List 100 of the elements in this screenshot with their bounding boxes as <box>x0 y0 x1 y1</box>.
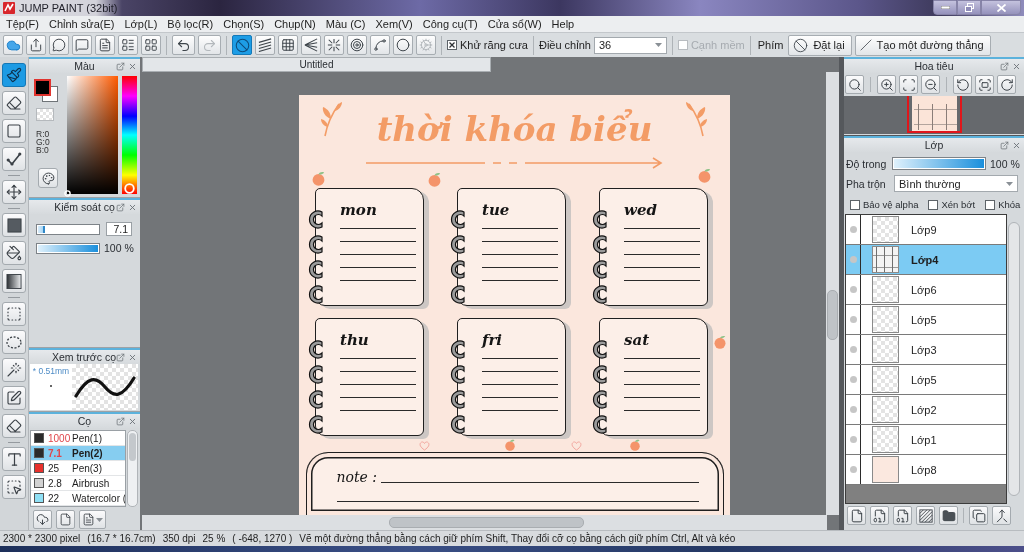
brush-size-slider[interactable] <box>36 223 100 235</box>
visibility-dot-icon[interactable] <box>849 376 857 383</box>
download-button[interactable] <box>33 510 52 529</box>
layer-row[interactable]: Lớp2 <box>846 395 1006 425</box>
menu-item[interactable]: Bộ lọc(R) <box>162 16 219 32</box>
menu-item[interactable]: Lớp(L) <box>119 16 163 32</box>
scrollbar-thumb[interactable] <box>129 433 136 461</box>
document-tab[interactable]: Untitled <box>142 57 491 72</box>
toolbar-button[interactable] <box>141 35 161 55</box>
tool-button[interactable] <box>2 213 26 237</box>
menu-item[interactable]: Xem(V) <box>370 16 418 32</box>
brush-size-input[interactable]: 7.1 <box>106 222 132 236</box>
layer-button[interactable] <box>893 506 912 525</box>
close-button[interactable] <box>981 0 1021 15</box>
tool-button[interactable] <box>2 147 26 171</box>
checkbox[interactable] <box>985 199 996 210</box>
navigator-button[interactable] <box>845 75 864 94</box>
hue-slider[interactable] <box>122 76 137 194</box>
tool-button[interactable] <box>2 414 26 438</box>
reset-button[interactable]: Đặt lại <box>788 34 852 56</box>
tool-button[interactable] <box>2 475 26 499</box>
layer-button[interactable] <box>870 506 889 525</box>
layer-button[interactable] <box>916 506 935 525</box>
popout-icon[interactable] <box>1000 140 1009 150</box>
tool-button[interactable] <box>2 330 26 354</box>
adjust-dropdown[interactable]: 36 <box>593 36 667 54</box>
snap-button[interactable] <box>301 35 321 55</box>
popout-icon[interactable] <box>116 61 125 71</box>
restore-button[interactable] <box>957 0 981 15</box>
new-brush-button[interactable] <box>56 510 75 529</box>
color-picker-square[interactable] <box>67 76 118 194</box>
popout-icon[interactable] <box>116 352 125 362</box>
menu-item[interactable]: Cửa sổ(W) <box>482 16 547 32</box>
color-swatches-icon[interactable] <box>34 79 59 103</box>
layer-row[interactable]: Lớp6 <box>846 275 1006 305</box>
tool-button[interactable] <box>2 63 26 87</box>
toolbar-button[interactable] <box>26 35 46 55</box>
close-icon[interactable] <box>128 202 137 212</box>
checkbox[interactable] <box>850 199 860 210</box>
toolbar-button[interactable] <box>118 35 138 55</box>
snap-button[interactable] <box>370 35 390 55</box>
snap-button[interactable] <box>393 35 413 55</box>
popout-icon[interactable] <box>116 202 125 212</box>
vertical-scrollbar[interactable] <box>826 72 839 515</box>
layer-row[interactable]: Lớp8 <box>846 455 1006 485</box>
navigator-button[interactable] <box>899 75 918 94</box>
visibility-dot-icon[interactable] <box>849 286 857 293</box>
layer-button[interactable] <box>939 506 958 525</box>
layer-button[interactable] <box>992 506 1011 525</box>
navigator-button[interactable] <box>997 75 1016 94</box>
transparent-swatch-icon[interactable] <box>36 108 54 121</box>
hue-marker-icon[interactable] <box>124 182 135 194</box>
snap-button[interactable] <box>278 35 298 55</box>
vertical-scrollbar[interactable] <box>127 430 138 507</box>
scrollbar-thumb[interactable] <box>827 290 838 340</box>
toolbar-button[interactable] <box>95 35 115 55</box>
checkbox[interactable] <box>928 199 939 210</box>
popout-icon[interactable] <box>1000 61 1009 71</box>
navigator-button[interactable] <box>975 75 994 94</box>
brush-item[interactable]: 1000 Pen(1) <box>31 431 125 446</box>
layer-button[interactable] <box>969 506 988 525</box>
brush-item[interactable]: 2.8 Airbrush <box>31 476 125 491</box>
layer-row[interactable]: Lớp9 <box>846 215 1006 245</box>
layer-row[interactable]: Lớp5 <box>846 305 1006 335</box>
tool-button[interactable] <box>2 386 26 410</box>
close-icon[interactable] <box>1012 140 1021 150</box>
layer-row[interactable]: Lớp5 <box>846 365 1006 395</box>
brush-item[interactable]: 7.1 Pen(2) <box>31 446 125 461</box>
menu-item[interactable]: Công cụ(T) <box>417 16 483 32</box>
toolbar-button[interactable] <box>3 35 23 55</box>
popout-icon[interactable] <box>116 416 125 426</box>
minimize-button[interactable] <box>933 0 957 15</box>
menu-item[interactable]: Help <box>546 16 580 32</box>
tool-button[interactable] <box>2 91 26 115</box>
undo-button[interactable] <box>172 35 195 55</box>
straight-line-button[interactable]: Tạo một đường thẳng <box>854 34 991 56</box>
visibility-dot-icon[interactable] <box>849 406 857 413</box>
horizontal-scrollbar[interactable] <box>142 515 827 530</box>
scrollbar-thumb[interactable] <box>389 517 584 528</box>
close-icon[interactable] <box>128 352 137 362</box>
visibility-dot-icon[interactable] <box>849 256 857 263</box>
tool-button[interactable] <box>2 447 26 471</box>
brush-menu-button[interactable] <box>79 510 106 529</box>
visibility-dot-icon[interactable] <box>849 346 857 353</box>
menu-item[interactable]: Chọn(S) <box>218 16 270 32</box>
menu-item[interactable]: Chụp(N) <box>269 16 321 32</box>
tool-button[interactable] <box>2 241 26 265</box>
snap-button[interactable] <box>347 35 367 55</box>
navigator-button[interactable] <box>877 75 896 94</box>
navigator-button[interactable] <box>953 75 972 94</box>
blend-mode-dropdown[interactable]: Bình thường <box>894 175 1018 192</box>
menu-item[interactable]: Tệp(F) <box>1 16 44 32</box>
layer-row[interactable]: Lớp4 <box>846 245 1006 275</box>
snap-button[interactable] <box>324 35 344 55</box>
close-icon[interactable] <box>1012 61 1021 71</box>
toolbar-button[interactable] <box>49 35 69 55</box>
layer-row[interactable]: Lớp1 <box>846 425 1006 455</box>
menu-item[interactable]: Màu (C) <box>320 16 371 32</box>
vertical-scrollbar[interactable] <box>1008 222 1020 496</box>
visibility-dot-icon[interactable] <box>849 436 857 443</box>
